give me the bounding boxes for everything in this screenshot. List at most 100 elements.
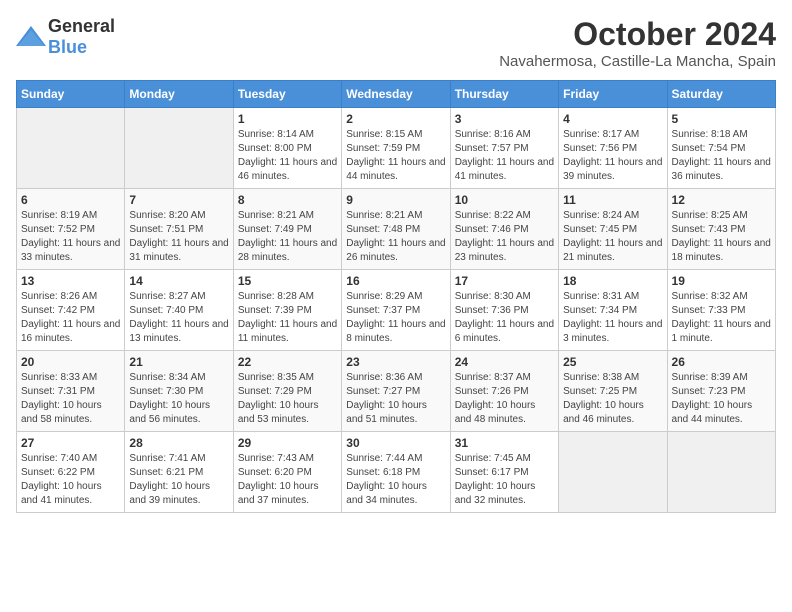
page-title: October 2024 — [499, 16, 776, 53]
calendar-cell: 28Sunrise: 7:41 AM Sunset: 6:21 PM Dayli… — [125, 432, 233, 513]
day-number: 30 — [346, 436, 445, 450]
weekday-header: Friday — [559, 81, 667, 108]
calendar-cell: 6 Sunrise: 8:19 AM Sunset: 7:52 PM Daylig… — [17, 189, 125, 270]
calendar-cell: 17 Sunrise: 8:30 AM Sunset: 7:36 PM Dayli… — [450, 270, 558, 351]
calendar-cell: 2Sunrise: 8:15 AM Sunset: 7:59 PM Daylig… — [342, 108, 450, 189]
day-info: Sunrise: 8:25 AM Sunset: 7:43 PM Dayligh… — [672, 209, 771, 265]
weekday-header: Saturday — [667, 81, 775, 108]
day-number: 8 — [238, 193, 337, 207]
day-info: Sunrise: 8:19 AM Sunset: 7:52 PM Dayligh… — [21, 209, 120, 265]
day-number: 15 — [238, 274, 337, 288]
calendar-week-row: 27 Sunrise: 7:40 AM Sunset: 6:22 PM Dayli… — [17, 432, 776, 513]
day-info: Sunrise: 8:34 AM Sunset: 7:30 PM Dayligh… — [129, 371, 228, 427]
calendar-cell: 13 Sunrise: 8:26 AM Sunset: 7:42 PM Dayli… — [17, 270, 125, 351]
logo-icon — [16, 26, 44, 48]
day-info: Sunrise: 8:20 AM Sunset: 7:51 PM Dayligh… — [129, 209, 228, 265]
calendar-week-row: 6 Sunrise: 8:19 AM Sunset: 7:52 PM Daylig… — [17, 189, 776, 270]
day-info: Sunrise: 8:22 AM Sunset: 7:46 PM Dayligh… — [455, 209, 554, 265]
day-info: Sunrise: 8:29 AM Sunset: 7:37 PM Dayligh… — [346, 290, 445, 346]
day-number: 12 — [672, 193, 771, 207]
day-info: Sunrise: 8:33 AM Sunset: 7:31 PM Dayligh… — [21, 371, 120, 427]
calendar-week-row: 13 Sunrise: 8:26 AM Sunset: 7:42 PM Dayli… — [17, 270, 776, 351]
day-info: Sunrise: 8:14 AM Sunset: 8:00 PM Dayligh… — [238, 128, 337, 184]
day-number: 1 — [238, 112, 337, 126]
day-info: Sunrise: 8:21 AM Sunset: 7:49 PM Dayligh… — [238, 209, 337, 265]
day-number: 29 — [238, 436, 337, 450]
calendar-cell — [125, 108, 233, 189]
day-number: 4 — [563, 112, 662, 126]
day-info: Sunrise: 8:28 AM Sunset: 7:39 PM Dayligh… — [238, 290, 337, 346]
day-number: 16 — [346, 274, 445, 288]
calendar-cell: 11 Sunrise: 8:24 AM Sunset: 7:45 PM Dayli… — [559, 189, 667, 270]
day-info: Sunrise: 8:26 AM Sunset: 7:42 PM Dayligh… — [21, 290, 120, 346]
calendar-cell: 12 Sunrise: 8:25 AM Sunset: 7:43 PM Dayli… — [667, 189, 775, 270]
weekday-header: Monday — [125, 81, 233, 108]
day-number: 22 — [238, 355, 337, 369]
calendar-header-row: SundayMondayTuesdayWednesdayThursdayFrid… — [17, 81, 776, 108]
day-info: Sunrise: 8:31 AM Sunset: 7:34 PM Dayligh… — [563, 290, 662, 346]
day-info: Sunrise: 8:32 AM Sunset: 7:33 PM Dayligh… — [672, 290, 771, 346]
day-number: 14 — [129, 274, 228, 288]
weekday-header: Tuesday — [233, 81, 341, 108]
calendar-week-row: 1 Sunrise: 8:14 AM Sunset: 8:00 PM Daylig… — [17, 108, 776, 189]
page-header: General Blue October 2024 Navahermosa, C… — [16, 16, 776, 70]
day-info: Sunrise: 7:41 AM Sunset: 6:21 PM Dayligh… — [129, 452, 228, 508]
calendar-cell: 31 Sunrise: 7:45 AM Sunset: 6:17 PM Dayli… — [450, 432, 558, 513]
day-number: 27 — [21, 436, 120, 450]
day-number: 9 — [346, 193, 445, 207]
day-info: Sunrise: 8:37 AM Sunset: 7:26 PM Dayligh… — [455, 371, 554, 427]
calendar-cell: 20 Sunrise: 8:33 AM Sunset: 7:31 PM Dayli… — [17, 351, 125, 432]
logo-text-general: General — [48, 16, 115, 36]
day-number: 6 — [21, 193, 120, 207]
day-number: 20 — [21, 355, 120, 369]
calendar-cell: 9 Sunrise: 8:21 AM Sunset: 7:48 PM Daylig… — [342, 189, 450, 270]
day-number: 17 — [455, 274, 554, 288]
calendar-cell: 21Sunrise: 8:34 AM Sunset: 7:30 PM Dayli… — [125, 351, 233, 432]
calendar-cell: 5 Sunrise: 8:18 AM Sunset: 7:54 PM Daylig… — [667, 108, 775, 189]
day-info: Sunrise: 8:21 AM Sunset: 7:48 PM Dayligh… — [346, 209, 445, 265]
calendar-cell: 24 Sunrise: 8:37 AM Sunset: 7:26 PM Dayli… — [450, 351, 558, 432]
day-number: 11 — [563, 193, 662, 207]
calendar-cell — [559, 432, 667, 513]
day-info: Sunrise: 8:27 AM Sunset: 7:40 PM Dayligh… — [129, 290, 228, 346]
day-number: 31 — [455, 436, 554, 450]
day-info: Sunrise: 8:18 AM Sunset: 7:54 PM Dayligh… — [672, 128, 771, 184]
calendar-table: SundayMondayTuesdayWednesdayThursdayFrid… — [16, 80, 776, 513]
day-info: Sunrise: 7:45 AM Sunset: 6:17 PM Dayligh… — [455, 452, 554, 508]
calendar-cell: 23 Sunrise: 8:36 AM Sunset: 7:27 PM Dayli… — [342, 351, 450, 432]
calendar-week-row: 20 Sunrise: 8:33 AM Sunset: 7:31 PM Dayli… — [17, 351, 776, 432]
day-info: Sunrise: 8:17 AM Sunset: 7:56 PM Dayligh… — [563, 128, 662, 184]
calendar-cell: 25Sunrise: 8:38 AM Sunset: 7:25 PM Dayli… — [559, 351, 667, 432]
day-number: 23 — [346, 355, 445, 369]
day-number: 24 — [455, 355, 554, 369]
calendar-cell — [17, 108, 125, 189]
day-number: 13 — [21, 274, 120, 288]
day-number: 5 — [672, 112, 771, 126]
day-info: Sunrise: 8:30 AM Sunset: 7:36 PM Dayligh… — [455, 290, 554, 346]
calendar-cell: 4 Sunrise: 8:17 AM Sunset: 7:56 PM Daylig… — [559, 108, 667, 189]
calendar-cell: 8 Sunrise: 8:21 AM Sunset: 7:49 PM Daylig… — [233, 189, 341, 270]
weekday-header: Sunday — [17, 81, 125, 108]
day-number: 3 — [455, 112, 554, 126]
day-number: 10 — [455, 193, 554, 207]
logo-text-blue: Blue — [48, 37, 87, 57]
weekday-header: Wednesday — [342, 81, 450, 108]
title-block: October 2024 Navahermosa, Castille-La Ma… — [499, 16, 776, 70]
day-number: 7 — [129, 193, 228, 207]
calendar-cell: 30Sunrise: 7:44 AM Sunset: 6:18 PM Dayli… — [342, 432, 450, 513]
day-info: Sunrise: 8:38 AM Sunset: 7:25 PM Dayligh… — [563, 371, 662, 427]
day-info: Sunrise: 8:24 AM Sunset: 7:45 PM Dayligh… — [563, 209, 662, 265]
day-number: 18 — [563, 274, 662, 288]
day-info: Sunrise: 7:40 AM Sunset: 6:22 PM Dayligh… — [21, 452, 120, 508]
logo: General Blue — [16, 16, 115, 58]
calendar-cell: 26Sunrise: 8:39 AM Sunset: 7:23 PM Dayli… — [667, 351, 775, 432]
calendar-cell: 14 Sunrise: 8:27 AM Sunset: 7:40 PM Dayli… — [125, 270, 233, 351]
day-number: 2 — [346, 112, 445, 126]
calendar-cell: 10 Sunrise: 8:22 AM Sunset: 7:46 PM Dayli… — [450, 189, 558, 270]
calendar-cell: 19Sunrise: 8:32 AM Sunset: 7:33 PM Dayli… — [667, 270, 775, 351]
calendar-cell: 7 Sunrise: 8:20 AM Sunset: 7:51 PM Daylig… — [125, 189, 233, 270]
day-info: Sunrise: 8:36 AM Sunset: 7:27 PM Dayligh… — [346, 371, 445, 427]
weekday-header: Thursday — [450, 81, 558, 108]
calendar-cell: 29Sunrise: 7:43 AM Sunset: 6:20 PM Dayli… — [233, 432, 341, 513]
calendar-cell: 18 Sunrise: 8:31 AM Sunset: 7:34 PM Dayli… — [559, 270, 667, 351]
